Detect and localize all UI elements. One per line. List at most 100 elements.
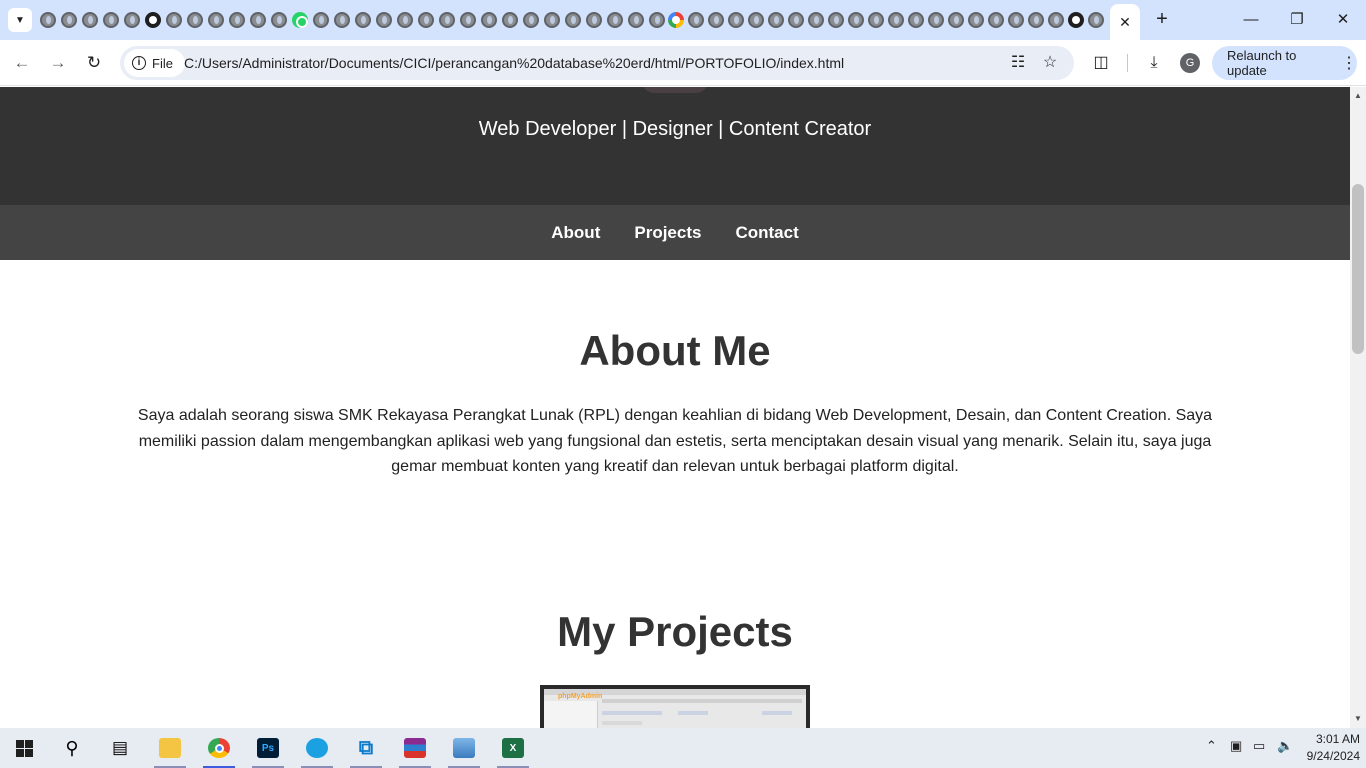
close-icon[interactable]: ✕ — [1119, 14, 1131, 31]
globe-icon[interactable] — [439, 12, 455, 28]
globe-icon[interactable] — [166, 12, 182, 28]
search-button[interactable]: ⚲ — [52, 728, 92, 768]
system-clock[interactable]: 3:01 AM 9/24/2024 — [1298, 731, 1360, 765]
globe-icon[interactable] — [61, 12, 77, 28]
project-thumbnail[interactable]: phpMyAdmin — [540, 685, 810, 728]
reload-button[interactable]: ↻ — [83, 52, 105, 74]
globe-icon[interactable] — [988, 12, 1004, 28]
profile-avatar[interactable]: G — [1180, 53, 1200, 73]
globe-icon[interactable] — [376, 12, 392, 28]
globe-icon[interactable] — [481, 12, 497, 28]
globe-icon[interactable] — [1088, 12, 1104, 28]
globe-icon[interactable] — [848, 12, 864, 28]
start-button[interactable] — [4, 728, 44, 768]
globe-icon[interactable] — [708, 12, 724, 28]
globe-icon[interactable] — [728, 12, 744, 28]
globe-icon[interactable] — [908, 12, 924, 28]
back-button[interactable]: ← — [11, 52, 33, 74]
site-info-chip[interactable]: i File — [124, 49, 185, 77]
google-icon[interactable] — [668, 12, 684, 28]
relaunch-label: Relaunch to update — [1227, 48, 1297, 78]
taskbar-winrar[interactable] — [395, 728, 435, 768]
globe-icon[interactable] — [649, 12, 665, 28]
globe-icon[interactable] — [1048, 12, 1064, 28]
bookmark-star-icon[interactable]: ☆ — [1040, 53, 1060, 73]
globe-icon[interactable] — [968, 12, 984, 28]
globe-icon[interactable] — [1028, 12, 1044, 28]
tab-search-button[interactable]: ▼ — [8, 8, 32, 32]
address-bar[interactable]: i File C:/Users/Administrator/Documents/… — [120, 46, 1074, 80]
globe-icon[interactable] — [607, 12, 623, 28]
tray-overflow-icon[interactable]: ⌃ — [1206, 738, 1217, 754]
taskbar-photos[interactable] — [444, 728, 484, 768]
whatsapp-icon[interactable] — [292, 12, 308, 28]
globe-icon[interactable] — [788, 12, 804, 28]
globe-icon[interactable] — [418, 12, 434, 28]
github-icon[interactable] — [145, 12, 161, 28]
globe-icon[interactable] — [271, 12, 287, 28]
translate-icon[interactable]: ☷ — [1008, 53, 1028, 73]
taskbar-chrome[interactable] — [199, 728, 239, 768]
github-icon[interactable] — [1068, 12, 1084, 28]
clock-time: 3:01 AM — [1315, 732, 1360, 746]
relaunch-button[interactable]: Relaunch to update ⋮ — [1212, 46, 1357, 80]
restore-button[interactable]: ❐ — [1274, 8, 1320, 32]
globe-icon[interactable] — [397, 12, 413, 28]
page-scrollbar[interactable]: ▲ ▼ — [1350, 87, 1366, 728]
globe-icon[interactable] — [948, 12, 964, 28]
taskbar-excel[interactable]: X — [493, 728, 533, 768]
globe-icon[interactable] — [928, 12, 944, 28]
download-icon[interactable]: ⤓ — [1143, 52, 1165, 74]
globe-icon[interactable] — [688, 12, 704, 28]
globe-icon[interactable] — [250, 12, 266, 28]
nav-link-contact[interactable]: Contact — [735, 223, 798, 243]
minimize-button[interactable]: — — [1228, 8, 1274, 32]
globe-icon[interactable] — [808, 12, 824, 28]
more-menu-icon[interactable]: ⋮ — [1341, 53, 1357, 73]
globe-icon[interactable] — [82, 12, 98, 28]
task-view-button[interactable]: ▤ — [100, 728, 140, 768]
globe-icon[interactable] — [544, 12, 560, 28]
globe-icon[interactable] — [103, 12, 119, 28]
globe-icon[interactable] — [768, 12, 784, 28]
meet-now-icon[interactable]: ▣ — [1230, 738, 1242, 754]
globe-icon[interactable] — [888, 12, 904, 28]
globe-icon[interactable] — [334, 12, 350, 28]
globe-icon[interactable] — [313, 12, 329, 28]
globe-icon[interactable] — [628, 12, 644, 28]
globe-icon[interactable] — [229, 12, 245, 28]
new-tab-button[interactable]: + — [1151, 8, 1173, 30]
excel-icon: X — [502, 738, 524, 758]
scroll-up-arrow[interactable]: ▲ — [1350, 89, 1366, 103]
taskbar-photoshop[interactable]: Ps — [248, 728, 288, 768]
taskbar-app[interactable] — [297, 728, 337, 768]
globe-icon[interactable] — [565, 12, 581, 28]
globe-icon[interactable] — [502, 12, 518, 28]
globe-icon[interactable] — [208, 12, 224, 28]
globe-icon[interactable] — [828, 12, 844, 28]
extensions-icon[interactable]: ◫ — [1090, 52, 1112, 74]
scroll-down-arrow[interactable]: ▼ — [1350, 712, 1366, 726]
taskbar-file-explorer[interactable] — [150, 728, 190, 768]
globe-icon[interactable] — [586, 12, 602, 28]
globe-icon[interactable] — [523, 12, 539, 28]
active-tab[interactable]: ✕ — [1110, 4, 1140, 40]
globe-icon[interactable] — [748, 12, 764, 28]
forward-button[interactable]: → — [47, 52, 69, 74]
globe-icon[interactable] — [40, 12, 56, 28]
globe-icon[interactable] — [355, 12, 371, 28]
globe-icon[interactable] — [124, 12, 140, 28]
network-icon[interactable]: ▭ — [1253, 738, 1265, 754]
globe-icon[interactable] — [460, 12, 476, 28]
globe-icon[interactable] — [868, 12, 884, 28]
close-window-button[interactable]: ✕ — [1320, 8, 1366, 32]
chrome-icon — [208, 738, 230, 758]
nav-link-about[interactable]: About — [551, 223, 600, 243]
nav-link-projects[interactable]: Projects — [634, 223, 701, 243]
globe-icon[interactable] — [187, 12, 203, 28]
taskbar-vscode[interactable]: ⧉ — [346, 728, 386, 768]
url-text[interactable]: C:/Users/Administrator/Documents/CICI/pe… — [184, 55, 844, 71]
globe-icon[interactable] — [1008, 12, 1024, 28]
scroll-thumb[interactable] — [1352, 184, 1364, 354]
volume-muted-icon[interactable]: 🔈 — [1277, 738, 1293, 754]
